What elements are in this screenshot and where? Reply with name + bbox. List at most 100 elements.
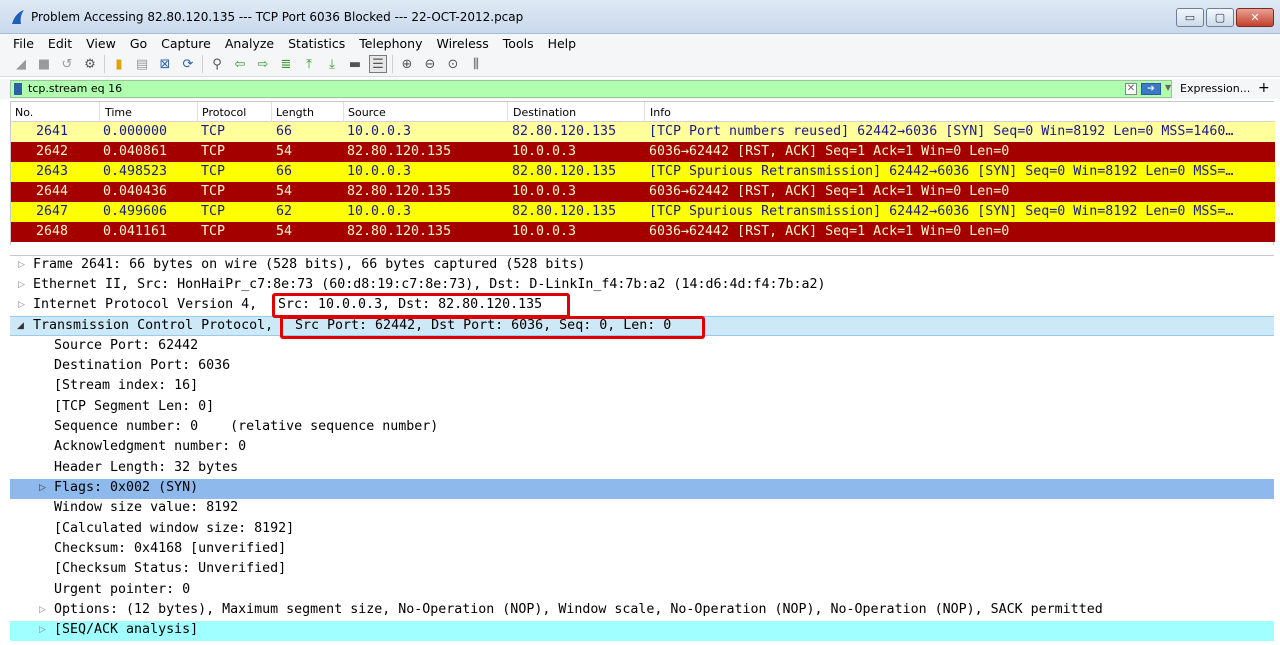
auto-scroll-icon[interactable]: ▬ xyxy=(346,55,364,73)
packet-row[interactable]: 2644 0.040436 TCP 54 82.80.120.135 10.0.… xyxy=(11,182,1275,202)
tree-item-ethernet[interactable]: ▷ Ethernet II, Src: HonHaiPr_c7:8e:73 (6… xyxy=(10,276,1274,296)
filter-text[interactable]: tcp.stream eq 16 xyxy=(28,82,122,95)
menu-statistics[interactable]: Statistics xyxy=(281,36,352,51)
open-file-icon[interactable]: ▮ xyxy=(110,55,128,73)
column-header-no[interactable]: No. xyxy=(15,106,33,119)
column-header-length[interactable]: Length xyxy=(276,106,314,119)
column-header-destination[interactable]: Destination xyxy=(513,106,576,119)
packet-destination: 10.0.0.3 xyxy=(512,224,577,239)
packet-info: [TCP Spurious Retransmission] 62442→6036… xyxy=(649,164,1234,179)
column-divider[interactable] xyxy=(99,102,100,122)
menu-tools[interactable]: Tools xyxy=(496,36,541,51)
expand-arrow-icon[interactable]: ▷ xyxy=(39,625,47,635)
title-bar: Problem Accessing 82.80.120.135 --- TCP … xyxy=(0,0,1280,34)
zoom-in-icon[interactable]: ⊕ xyxy=(398,55,416,73)
menu-wireless[interactable]: Wireless xyxy=(429,36,495,51)
clear-filter-icon[interactable]: ✕ xyxy=(1125,83,1137,95)
tree-item-urgent-pointer[interactable]: Urgent pointer: 0 xyxy=(10,581,1274,601)
expand-arrow-icon[interactable]: ▷ xyxy=(18,260,26,270)
bookmark-icon[interactable] xyxy=(14,83,22,95)
stop-capture-icon[interactable]: ■ xyxy=(35,55,53,73)
tree-item-destination-port[interactable]: Destination Port: 6036 xyxy=(10,357,1274,377)
zoom-out-icon[interactable]: ⊖ xyxy=(421,55,439,73)
tree-item-seq-ack-analysis[interactable]: ▷ [SEQ/ACK analysis] xyxy=(10,621,1274,641)
expression-button[interactable]: Expression... xyxy=(1180,82,1250,95)
tree-item-segment-len[interactable]: [TCP Segment Len: 0] xyxy=(10,398,1274,418)
packet-time: 0.040436 xyxy=(103,184,168,199)
go-to-packet-icon[interactable]: ≣ xyxy=(277,55,295,73)
go-last-icon[interactable]: ⤓ xyxy=(323,55,341,73)
tree-item-label: [SEQ/ACK analysis] xyxy=(54,622,199,637)
column-divider[interactable] xyxy=(507,102,508,122)
packet-protocol: TCP xyxy=(201,204,226,219)
packet-row[interactable]: 2641 0.000000 TCP 66 10.0.0.3 82.80.120.… xyxy=(11,122,1275,142)
chevron-down-icon[interactable]: ▼ xyxy=(1165,83,1171,92)
column-divider[interactable] xyxy=(271,102,272,122)
menu-capture[interactable]: Capture xyxy=(154,36,218,51)
close-file-icon[interactable]: ⊠ xyxy=(156,55,174,73)
maximize-button[interactable]: ▢ xyxy=(1206,8,1234,27)
column-header-time[interactable]: Time xyxy=(105,106,132,119)
column-header-info[interactable]: Info xyxy=(650,106,671,119)
expand-arrow-icon[interactable]: ▷ xyxy=(39,605,47,615)
go-back-icon[interactable]: ⇦ xyxy=(231,55,249,73)
display-filter-input[interactable]: tcp.stream eq 16 ✕ ➔ ▼ xyxy=(10,80,1172,98)
collapse-arrow-icon[interactable]: ◢ xyxy=(17,321,25,331)
packet-row[interactable]: 2642 0.040861 TCP 54 82.80.120.135 10.0.… xyxy=(11,142,1275,162)
go-forward-icon[interactable]: ⇨ xyxy=(254,55,272,73)
capture-options-icon[interactable]: ⚙ xyxy=(81,55,99,73)
packet-row[interactable]: 2647 0.499606 TCP 62 10.0.0.3 82.80.120.… xyxy=(11,202,1275,222)
packet-no: 2644 xyxy=(36,184,69,199)
tree-item-source-port[interactable]: Source Port: 62442 xyxy=(10,337,1274,357)
apply-filter-icon[interactable]: ➔ xyxy=(1141,83,1161,95)
tree-item-label: Urgent pointer: 0 xyxy=(54,582,191,597)
tree-item-sequence-number[interactable]: Sequence number: 0 (relative sequence nu… xyxy=(10,418,1274,438)
zoom-normal-icon[interactable]: ⊙ xyxy=(444,55,462,73)
column-header-source[interactable]: Source xyxy=(348,106,386,119)
packet-row[interactable]: 2648 0.041161 TCP 54 82.80.120.135 10.0.… xyxy=(11,222,1275,242)
tree-item-ipv4[interactable]: ▷ Internet Protocol Version 4, Src: 10.0… xyxy=(10,296,1274,316)
colorize-icon[interactable]: ☰ xyxy=(369,55,387,73)
tree-item-ack-number[interactable]: Acknowledgment number: 0 xyxy=(10,438,1274,458)
expand-arrow-icon[interactable]: ▷ xyxy=(18,280,26,290)
menu-edit[interactable]: Edit xyxy=(41,36,79,51)
tree-item-label: Window size value: 8192 xyxy=(54,500,239,515)
tree-item-calc-window[interactable]: [Calculated window size: 8192] xyxy=(10,520,1274,540)
expand-arrow-icon[interactable]: ▷ xyxy=(18,300,26,310)
column-divider[interactable] xyxy=(343,102,344,122)
tree-item-checksum-status[interactable]: [Checksum Status: Unverified] xyxy=(10,560,1274,580)
display-filter-bar: tcp.stream eq 16 ✕ ➔ ▼ Expression... + xyxy=(0,79,1280,99)
menu-file[interactable]: File xyxy=(6,36,41,51)
menu-telephony[interactable]: Telephony xyxy=(352,36,429,51)
menu-go[interactable]: Go xyxy=(123,36,154,51)
tree-item-stream-index[interactable]: [Stream index: 16] xyxy=(10,377,1274,397)
go-first-icon[interactable]: ⤒ xyxy=(300,55,318,73)
tree-item-header-length[interactable]: Header Length: 32 bytes xyxy=(10,459,1274,479)
tree-item-options[interactable]: ▷ Options: (12 bytes), Maximum segment s… xyxy=(10,601,1274,621)
column-header-protocol[interactable]: Protocol xyxy=(202,106,246,119)
packet-destination: 82.80.120.135 xyxy=(512,164,617,179)
column-divider[interactable] xyxy=(197,102,198,122)
minimize-button[interactable]: ▭ xyxy=(1176,8,1204,27)
start-capture-icon[interactable]: ◢ xyxy=(12,55,30,73)
tree-item-window-size[interactable]: Window size value: 8192 xyxy=(10,499,1274,519)
column-divider[interactable] xyxy=(644,102,645,122)
save-file-icon[interactable]: ▤ xyxy=(133,55,151,73)
close-button[interactable]: ✕ xyxy=(1236,8,1274,27)
tree-item-label: Source Port: 62442 xyxy=(54,338,199,353)
add-filter-button[interactable]: + xyxy=(1258,80,1270,96)
menu-help[interactable]: Help xyxy=(541,36,584,51)
restart-capture-icon[interactable]: ↺ xyxy=(58,55,76,73)
expand-arrow-icon[interactable]: ▷ xyxy=(39,483,47,493)
find-packet-icon[interactable]: ⚲ xyxy=(208,55,226,73)
tree-item-flags[interactable]: ▷ Flags: 0x002 (SYN) xyxy=(10,479,1274,499)
tree-item-frame[interactable]: ▷ Frame 2641: 66 bytes on wire (528 bits… xyxy=(10,256,1274,276)
menu-analyze[interactable]: Analyze xyxy=(218,36,281,51)
resize-columns-icon[interactable]: ⫼ xyxy=(467,55,485,73)
menu-view[interactable]: View xyxy=(79,36,123,51)
tree-item-checksum[interactable]: Checksum: 0x4168 [unverified] xyxy=(10,540,1274,560)
packet-protocol: TCP xyxy=(201,144,226,159)
tree-item-label: Checksum: 0x4168 [unverified] xyxy=(54,541,287,556)
packet-row[interactable]: 2643 0.498523 TCP 66 10.0.0.3 82.80.120.… xyxy=(11,162,1275,182)
reload-file-icon[interactable]: ⟳ xyxy=(179,55,197,73)
